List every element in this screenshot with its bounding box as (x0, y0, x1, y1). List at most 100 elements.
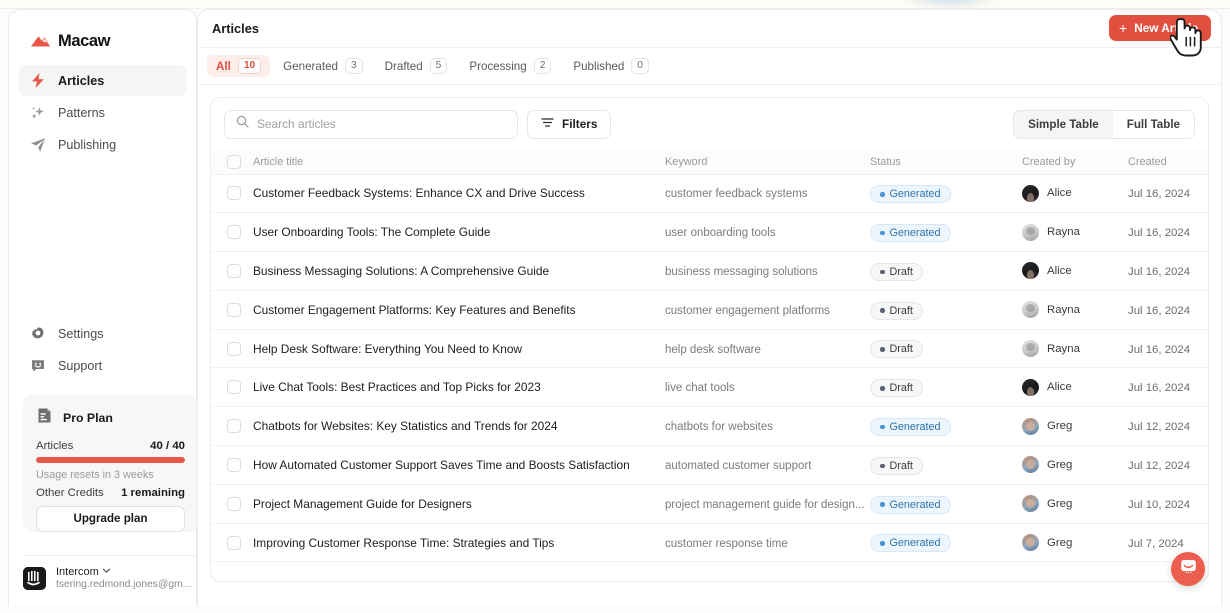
sidebar-label-support: Support (58, 359, 102, 373)
plan-credits-label: Other Credits (36, 487, 104, 499)
row-checkbox[interactable] (227, 264, 241, 278)
cell-article-title[interactable]: Help Desk Software: Everything You Need … (253, 329, 665, 368)
tab-generated[interactable]: Generated3 (274, 55, 371, 77)
cell-article-title[interactable]: Improving Customer Response Time: Strate… (253, 523, 665, 562)
full-table-button[interactable]: Full Table (1113, 111, 1194, 138)
row-checkbox[interactable] (227, 342, 241, 356)
cell-article-title[interactable]: Customer Engagement Platforms: Key Featu… (253, 290, 665, 329)
author-name: Rayna (1047, 343, 1080, 355)
tab-processing[interactable]: Processing2 (460, 55, 560, 77)
sidebar-item-patterns[interactable]: Patterns (19, 97, 186, 128)
upgrade-plan-button[interactable]: Upgrade plan (36, 506, 185, 532)
sidebar-item-support[interactable]: Support (19, 350, 188, 381)
status-dot-icon (880, 502, 885, 507)
avatar (1022, 262, 1039, 279)
sidebar-item-articles[interactable]: Articles (19, 65, 186, 96)
table-row[interactable]: Business Messaging Solutions: A Comprehe… (211, 252, 1209, 291)
keyword-text: customer engagement platforms (665, 305, 830, 317)
cell-article-title[interactable]: User Onboarding Tools: The Complete Guid… (253, 213, 665, 252)
table-row[interactable]: How Automated Customer Support Saves Tim… (211, 446, 1209, 485)
status-label: Draft (890, 382, 913, 394)
table-row[interactable]: Chatbots for Websites: Key Statistics an… (211, 407, 1209, 446)
tab-count-badge: 0 (631, 58, 649, 74)
row-select-cell (211, 174, 253, 213)
table-toolbar: Filters Simple Table Full Table (211, 98, 1208, 150)
status-badge: Draft (870, 457, 923, 475)
tab-drafted[interactable]: Drafted5 (376, 55, 457, 77)
main-panel: Articles + New Article All10Generated3Dr… (197, 9, 1222, 606)
keyword-text: help desk software (665, 344, 761, 356)
status-dot-icon (880, 308, 885, 313)
author: Alice (1022, 262, 1128, 279)
keyword-text: business messaging solutions (665, 266, 818, 278)
cell-article-title[interactable]: How Automated Customer Support Saves Tim… (253, 446, 665, 485)
row-checkbox[interactable] (227, 458, 241, 472)
cell-created-date: Jul 12, 2024 (1128, 407, 1209, 446)
created-date-text: Jul 16, 2024 (1128, 382, 1190, 394)
cell-keyword: help desk software (665, 329, 870, 368)
sidebar-item-settings[interactable]: Settings (19, 318, 188, 349)
select-all-checkbox[interactable] (227, 155, 241, 169)
status-dot-icon (880, 347, 885, 352)
cell-keyword: automated customer support (665, 446, 870, 485)
article-title-text: Chatbots for Websites: Key Statistics an… (253, 419, 557, 433)
plan-progress-fill (36, 457, 185, 463)
table-row[interactable]: Customer Engagement Platforms: Key Featu… (211, 290, 1209, 329)
cell-created-by: Rayna (1022, 290, 1128, 329)
avatar (1022, 456, 1039, 473)
intercom-launcher-button[interactable] (1171, 552, 1205, 586)
table-row[interactable]: Live Chat Tools: Best Practices and Top … (211, 368, 1209, 407)
table-row[interactable]: User Onboarding Tools: The Complete Guid… (211, 213, 1209, 252)
account-switcher[interactable]: Intercom tsering.redmond.jones@gm... (23, 566, 201, 590)
simple-table-button[interactable]: Simple Table (1014, 111, 1113, 138)
search-box[interactable] (224, 110, 518, 139)
author: Rayna (1022, 340, 1128, 357)
header-created-by: Created by (1022, 150, 1128, 174)
sidebar-item-publishing[interactable]: Publishing (19, 129, 186, 160)
article-title-text: Live Chat Tools: Best Practices and Top … (253, 380, 541, 394)
tab-all[interactable]: All10 (207, 55, 270, 77)
brand-name: Macaw (58, 32, 110, 51)
cell-status: Generated (870, 213, 1022, 252)
account-divider (23, 555, 198, 556)
row-checkbox[interactable] (227, 536, 241, 550)
cell-created-date: Jul 16, 2024 (1128, 290, 1209, 329)
cell-created-by: Greg (1022, 446, 1128, 485)
search-input[interactable] (257, 117, 506, 131)
status-label: Generated (890, 188, 941, 200)
cell-article-title[interactable]: Live Chat Tools: Best Practices and Top … (253, 368, 665, 407)
cell-created-by: Rayna (1022, 213, 1128, 252)
cell-status: Draft (870, 252, 1022, 291)
author: Greg (1022, 495, 1128, 512)
cell-article-title[interactable]: Business Messaging Solutions: A Comprehe… (253, 252, 665, 291)
created-date-text: Jul 16, 2024 (1128, 305, 1190, 317)
table-row[interactable]: Customer Feedback Systems: Enhance CX an… (211, 174, 1209, 213)
row-checkbox[interactable] (227, 497, 241, 511)
status-badge: Draft (870, 340, 923, 358)
brand-logo[interactable]: Macaw (9, 10, 196, 56)
articles-table: Article title Keyword Status Created by … (211, 150, 1209, 562)
cell-article-title[interactable]: Chatbots for Websites: Key Statistics an… (253, 407, 665, 446)
new-article-button[interactable]: + New Article (1109, 15, 1211, 41)
header-article-title: Article title (253, 150, 665, 174)
table-row[interactable]: Help Desk Software: Everything You Need … (211, 329, 1209, 368)
gear-icon (30, 326, 46, 342)
table-row[interactable]: Project Management Guide for Designerspr… (211, 484, 1209, 523)
avatar (1022, 495, 1039, 512)
search-icon (236, 115, 249, 133)
cell-article-title[interactable]: Customer Feedback Systems: Enhance CX an… (253, 174, 665, 213)
cell-status: Generated (870, 484, 1022, 523)
cell-article-title[interactable]: Project Management Guide for Designers (253, 484, 665, 523)
table-row[interactable]: Improving Customer Response Time: Strate… (211, 523, 1209, 562)
row-checkbox[interactable] (227, 380, 241, 394)
row-checkbox[interactable] (227, 303, 241, 317)
tab-published[interactable]: Published0 (564, 55, 658, 77)
filters-button[interactable]: Filters (527, 110, 611, 139)
page-header: Articles + New Article (198, 10, 1221, 48)
row-checkbox[interactable] (227, 419, 241, 433)
tab-count-badge: 3 (345, 58, 363, 74)
row-checkbox[interactable] (227, 225, 241, 239)
avatar (1022, 534, 1039, 551)
status-label: Draft (890, 343, 913, 355)
row-checkbox[interactable] (227, 186, 241, 200)
